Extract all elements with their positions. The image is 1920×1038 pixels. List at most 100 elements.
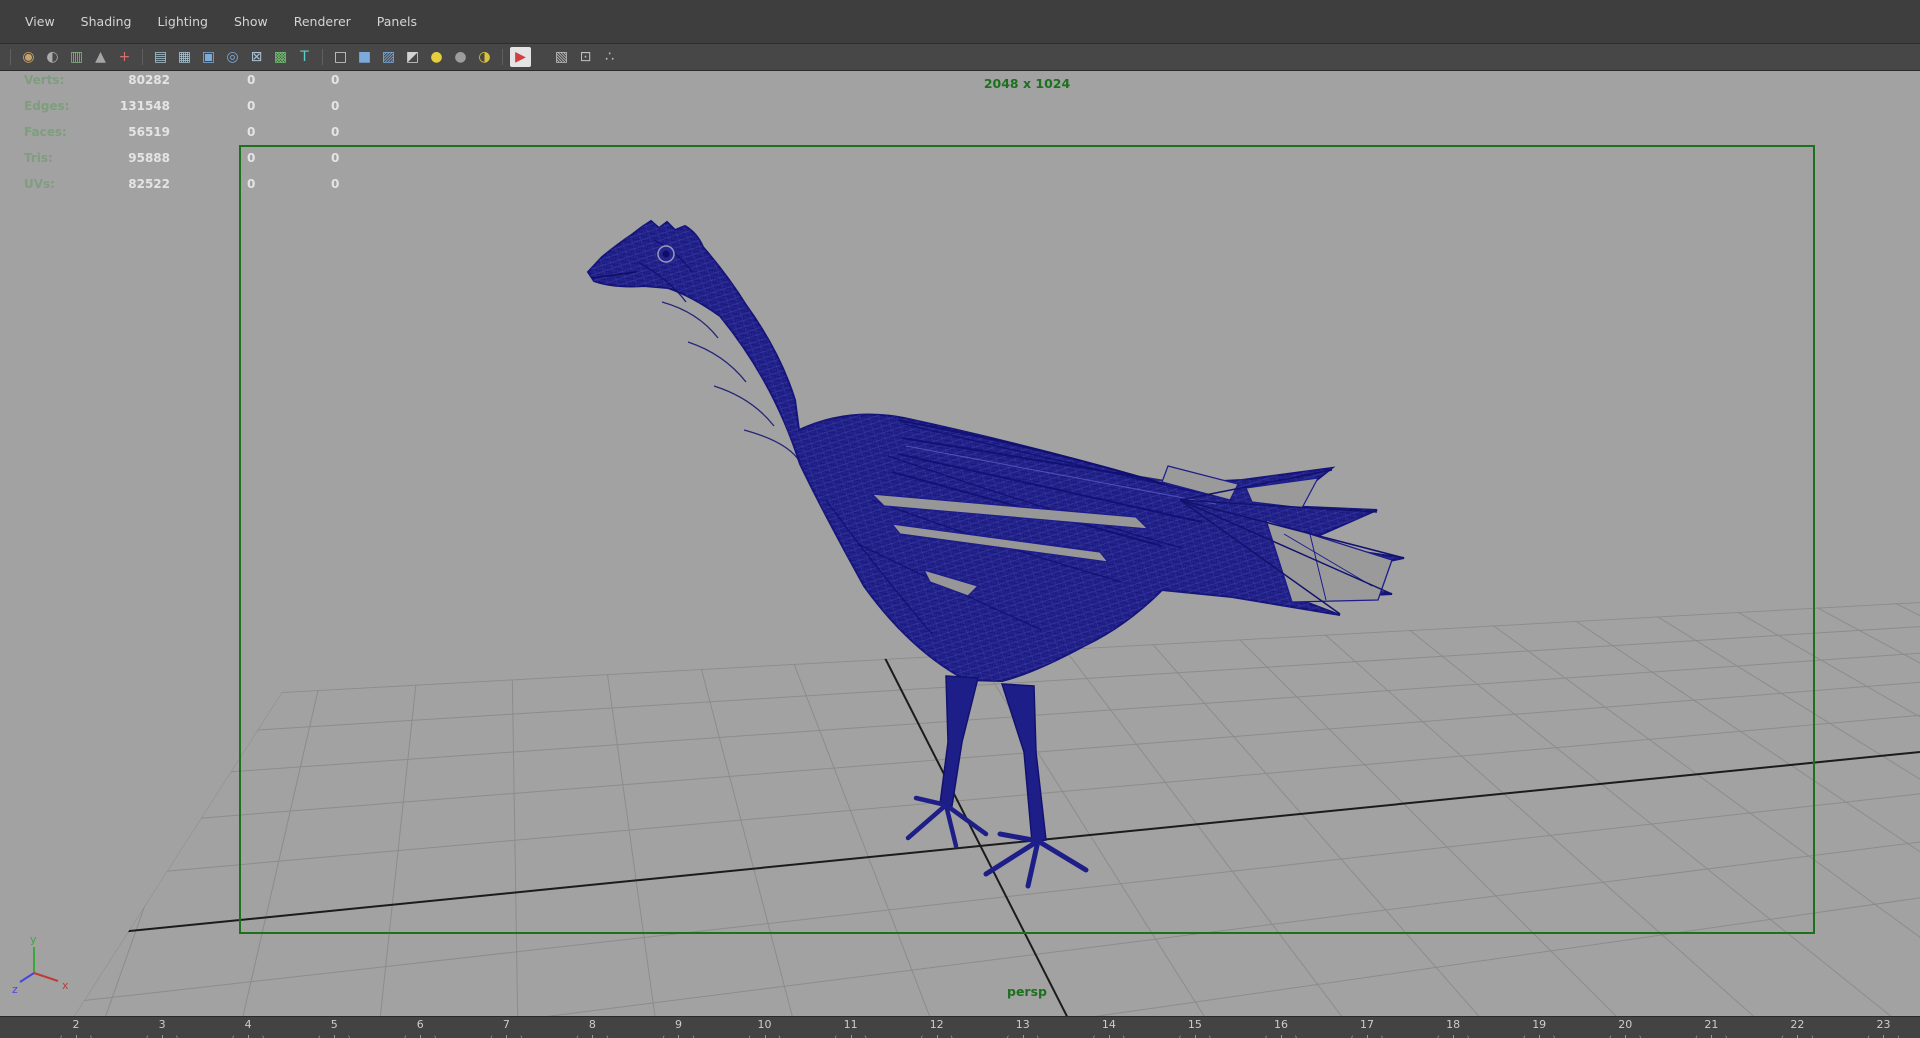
hud-row: UVs: 82522 0 0 [0,171,420,197]
resolution-gate-icon[interactable]: ▦ [174,47,195,67]
axis-z-line [19,972,35,983]
hud-value: 0 [247,99,256,113]
panel-toolbar: ◉ ◐ ▥ ▲ + ▤ ▦ ▣ ◎ ⊠ ▩ T □ ■ ▨ ◩ ● ● ◑ ▶ ▧ ⊡ ∴ [0,44,1920,71]
menu-lighting[interactable]: Lighting [146,10,219,33]
time-label: 22 [1790,1018,1805,1031]
pivot-pin-icon[interactable]: + [114,47,135,67]
time-label: 8 [588,1018,596,1031]
toolbar-separator [322,49,323,65]
time-label: 23 [1876,1018,1891,1031]
resolution-gate-label: 2048 x 1024 [983,76,1071,91]
time-tick-cell: 8() [572,1018,612,1038]
wireframe-bird-model[interactable] [586,219,1405,889]
axis-z-label: z [12,983,18,996]
hud-label: Faces: [24,125,67,139]
camera-name-label: persp [1007,984,1047,999]
time-label: 19 [1532,1018,1547,1031]
hud-value: 0 [331,151,340,165]
time-label: 9 [674,1018,682,1031]
time-tick-cell: 13() [1003,1018,1043,1038]
wireframe-cube-icon[interactable]: □ [330,47,351,67]
default-light-icon[interactable]: ● [426,47,447,67]
safe-title-icon[interactable]: ▩ [270,47,291,67]
safe-action-icon[interactable]: ⊠ [246,47,267,67]
shaded-cube-icon[interactable]: ■ [354,47,375,67]
xray-joints-icon[interactable]: ⊡ [575,47,596,67]
viewport-persp[interactable]: 2048 x 1024 persp Verts: 80282 0 0 Edges: 131… [0,71,1920,1016]
gate-mask-icon[interactable]: ▣ [198,47,219,67]
time-tick-cell: 14() [1089,1018,1129,1038]
time-tick-cell: 5() [314,1018,354,1038]
menu-panels[interactable]: Panels [366,10,428,33]
field-chart-icon[interactable]: ◎ [222,47,243,67]
select-camera-icon[interactable]: ◉ [18,47,39,67]
xray-icon[interactable]: ▧ [551,47,572,67]
checker-sphere-icon[interactable]: ◩ [402,47,423,67]
isolate-select-icon[interactable]: ▶ [510,47,531,67]
time-label: 6 [416,1018,424,1031]
bookmarks-icon[interactable]: ▥ [66,47,87,67]
time-tick-cell: 15() [1175,1018,1215,1038]
hud-row: Tris: 95888 0 0 [0,145,420,171]
time-label: 2 [72,1018,80,1031]
time-label: 17 [1360,1018,1375,1031]
time-slider[interactable]: 2() 3() 4() 5() 6() 7() 8() 9() 10() 11() 12() 13()… [0,1016,1920,1038]
hud-value: 95888 [128,151,170,165]
scene-canvas [60,219,1920,1016]
occlusion-icon[interactable]: ◑ [474,47,495,67]
time-label: 10 [757,1018,772,1031]
time-label: 13 [1015,1018,1030,1031]
time-tick-cell: 2() [56,1018,96,1038]
hud-stats: Verts: 80282 0 0 Edges: 131548 0 0 Faces: 56519 0 0… [0,71,420,197]
panel-menubar: View Shading Lighting Show Renderer Panels [0,0,1920,44]
time-tick-cell: 7() [486,1018,526,1038]
time-tick-cell: 22() [1777,1018,1817,1038]
time-label: 7 [502,1018,510,1031]
bird-eye [657,245,675,263]
bird-legs [905,675,1089,889]
camera-attributes-icon[interactable]: ◐ [42,47,63,67]
hud-row: Faces: 56519 0 0 [0,119,420,145]
hud-label: UVs: [24,177,55,191]
time-label: 5 [330,1018,338,1031]
time-label: 3 [158,1018,166,1031]
time-label: 20 [1618,1018,1633,1031]
hud-value: 0 [331,73,340,87]
axis-x-line [33,972,59,982]
time-label: 16 [1273,1018,1288,1031]
connections-icon[interactable]: ∴ [599,47,620,67]
time-tick-cell: 21() [1691,1018,1731,1038]
hud-label: Edges: [24,99,70,113]
menu-shading[interactable]: Shading [70,10,143,33]
axis-y-label: y [30,933,37,946]
time-tick-cell: 19() [1519,1018,1559,1038]
shadows-icon[interactable]: ● [450,47,471,67]
time-tick-cell: 12() [917,1018,957,1038]
hud-label: Tris: [24,151,53,165]
hud-value: 80282 [128,73,170,87]
time-tick-cell: 9() [658,1018,698,1038]
hud-value: 131548 [119,99,170,113]
film-gate-icon[interactable]: ▤ [150,47,171,67]
menu-view[interactable]: View [14,10,66,33]
hud-value: 0 [331,99,340,113]
time-tick-cell: 11() [831,1018,871,1038]
menu-renderer[interactable]: Renderer [283,10,362,33]
axis-x-label: x [62,979,69,992]
time-label: 18 [1446,1018,1461,1031]
textured-cube-icon[interactable]: ▨ [378,47,399,67]
hud-value: 0 [247,73,256,87]
time-tick-cell: 4() [228,1018,268,1038]
image-plane-icon[interactable]: ▲ [90,47,111,67]
time-label: 11 [843,1018,858,1031]
hud-row: Edges: 131548 0 0 [0,93,420,119]
hud-value: 0 [247,177,256,191]
menu-show[interactable]: Show [223,10,279,33]
hud-row: Verts: 80282 0 0 [0,71,420,93]
time-tick-cell: 23() [1863,1018,1903,1038]
toolbar-separator [10,49,11,65]
hud-value: 82522 [128,177,170,191]
hud-value: 0 [247,125,256,139]
hud-value: 0 [247,151,256,165]
text-hud-icon[interactable]: T [294,47,315,67]
